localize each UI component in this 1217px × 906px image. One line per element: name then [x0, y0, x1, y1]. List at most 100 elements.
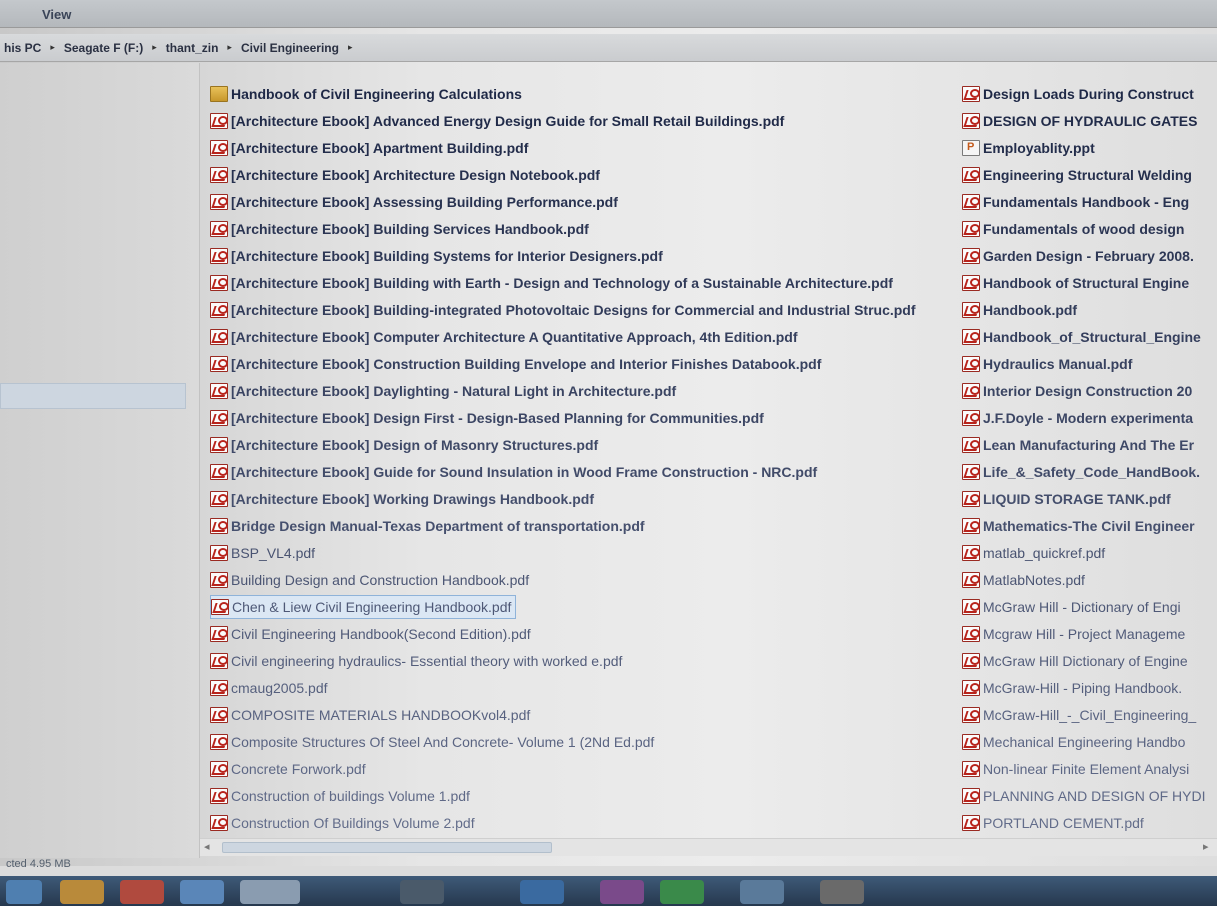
- file-name: Employablity.ppt: [983, 140, 1095, 156]
- file-item[interactable]: [Architecture Ebook] Advanced Energy Des…: [210, 109, 788, 133]
- file-item[interactable]: Construction Of Buildings Volume 2.pdf: [210, 811, 479, 835]
- file-item[interactable]: Civil Engineering Handbook(Second Editio…: [210, 622, 535, 646]
- file-item[interactable]: Hydraulics Manual.pdf: [962, 352, 1136, 376]
- scrollbar-thumb[interactable]: [222, 842, 552, 853]
- file-item[interactable]: Engineering Structural Welding: [962, 163, 1196, 187]
- file-item[interactable]: DESIGN OF HYDRAULIC GATES: [962, 109, 1201, 133]
- horizontal-scrollbar[interactable]: ◂ ▸: [200, 838, 1217, 856]
- file-item[interactable]: Lean Manufacturing And The Er: [962, 433, 1198, 457]
- taskbar-app-1[interactable]: [400, 880, 444, 904]
- file-item[interactable]: [Architecture Ebook] Building Systems fo…: [210, 244, 667, 268]
- nav-selected-item[interactable]: [0, 383, 186, 409]
- file-item[interactable]: cmaug2005.pdf: [210, 676, 332, 700]
- pdf-file-icon: [210, 491, 228, 507]
- chevron-right-icon[interactable]: ▸: [152, 42, 157, 53]
- file-item[interactable]: [Architecture Ebook] Working Drawings Ha…: [210, 487, 598, 511]
- file-item[interactable]: Concrete Forwork.pdf: [210, 757, 370, 781]
- file-name: [Architecture Ebook] Building-integrated…: [231, 302, 916, 318]
- address-bar[interactable]: his PC ▸ Seagate F (F:) ▸ thant_zin ▸ Ci…: [0, 34, 1217, 62]
- file-name: Civil Engineering Handbook(Second Editio…: [231, 626, 531, 642]
- file-item[interactable]: Construction of buildings Volume 1.pdf: [210, 784, 474, 808]
- file-item[interactable]: Design Loads During Construct: [962, 82, 1198, 106]
- file-name: Interior Design Construction 20: [983, 383, 1193, 399]
- file-item[interactable]: [Architecture Ebook] Design First - Desi…: [210, 406, 768, 430]
- file-item[interactable]: Chen & Liew Civil Engineering Handbook.p…: [210, 595, 517, 619]
- pdf-file-icon: [962, 383, 980, 399]
- file-name: [Architecture Ebook] Design of Masonry S…: [231, 437, 599, 453]
- breadcrumb-current-folder[interactable]: Civil Engineering: [241, 41, 339, 55]
- scroll-left-icon[interactable]: ◂: [204, 840, 210, 853]
- file-name: McGraw Hill Dictionary of Engine: [983, 653, 1188, 669]
- chevron-right-icon[interactable]: ▸: [50, 42, 55, 53]
- file-item[interactable]: Handbook of Structural Engine: [962, 271, 1193, 295]
- file-item[interactable]: Handbook of Civil Engineering Calculatio…: [210, 82, 526, 106]
- pdf-file-icon: [210, 545, 228, 561]
- file-item[interactable]: [Architecture Ebook] Guide for Sound Ins…: [210, 460, 821, 484]
- file-item[interactable]: Life_&_Safety_Code_HandBook.: [962, 460, 1204, 484]
- file-item[interactable]: matlab_quickref.pdf: [962, 541, 1109, 565]
- file-item[interactable]: [Architecture Ebook] Assessing Building …: [210, 190, 622, 214]
- file-item[interactable]: Composite Structures Of Steel And Concre…: [210, 730, 658, 754]
- file-item[interactable]: [Architecture Ebook] Building-integrated…: [210, 298, 920, 322]
- file-item[interactable]: [Architecture Ebook] Daylighting - Natur…: [210, 379, 680, 403]
- breadcrumb-drive[interactable]: Seagate F (F:): [64, 41, 143, 55]
- file-item[interactable]: [Architecture Ebook] Building Services H…: [210, 217, 593, 241]
- file-item[interactable]: J.F.Doyle - Modern experimenta: [962, 406, 1197, 430]
- menu-view[interactable]: View: [42, 7, 71, 22]
- taskbar-app-2[interactable]: [520, 880, 564, 904]
- file-item[interactable]: McGraw Hill - Dictionary of Engi: [962, 595, 1185, 619]
- file-item[interactable]: Building Design and Construction Handboo…: [210, 568, 533, 592]
- file-item[interactable]: BSP_VL4.pdf: [210, 541, 319, 565]
- file-item[interactable]: MatlabNotes.pdf: [962, 568, 1089, 592]
- file-item[interactable]: [Architecture Ebook] Building with Earth…: [210, 271, 897, 295]
- file-name: Bridge Design Manual-Texas Department of…: [231, 518, 645, 534]
- file-item[interactable]: Employablity.ppt: [962, 136, 1099, 160]
- file-item[interactable]: McGraw-Hill - Piping Handbook.: [962, 676, 1186, 700]
- taskbar-app-active[interactable]: [240, 880, 300, 904]
- file-name: [Architecture Ebook] Advanced Energy Des…: [231, 113, 785, 129]
- file-item[interactable]: PORTLAND CEMENT.pdf: [962, 811, 1148, 835]
- taskbar-app-4[interactable]: [660, 880, 704, 904]
- file-name: McGraw-Hill_-_Civil_Engineering_: [983, 707, 1197, 723]
- file-item[interactable]: Fundamentals Handbook - Eng: [962, 190, 1193, 214]
- file-item[interactable]: [Architecture Ebook] Design of Masonry S…: [210, 433, 602, 457]
- navigation-pane[interactable]: [0, 63, 200, 858]
- file-name: [Architecture Ebook] Construction Buildi…: [231, 356, 822, 372]
- taskbar-app-ie[interactable]: [180, 880, 224, 904]
- file-item[interactable]: Interior Design Construction 20: [962, 379, 1196, 403]
- file-item[interactable]: Fundamentals of wood design: [962, 217, 1188, 241]
- file-item[interactable]: Non-linear Finite Element Analysi: [962, 757, 1193, 781]
- pdf-file-icon: [211, 599, 229, 615]
- file-item[interactable]: Civil engineering hydraulics- Essential …: [210, 649, 626, 673]
- file-item[interactable]: Mechanical Engineering Handbo: [962, 730, 1189, 754]
- pdf-file-icon: [962, 572, 980, 588]
- breadcrumb-user-folder[interactable]: thant_zin: [166, 41, 219, 55]
- file-item[interactable]: Handbook_of_Structural_Engine: [962, 325, 1205, 349]
- file-item[interactable]: Mcgraw Hill - Project Manageme: [962, 622, 1189, 646]
- file-item[interactable]: PLANNING AND DESIGN OF HYDI: [962, 784, 1209, 808]
- file-item[interactable]: Handbook.pdf: [962, 298, 1081, 322]
- start-button[interactable]: [6, 880, 42, 904]
- scroll-right-icon[interactable]: ▸: [1203, 840, 1209, 853]
- chevron-right-icon[interactable]: ▸: [348, 42, 353, 53]
- file-item[interactable]: McGraw-Hill_-_Civil_Engineering_: [962, 703, 1200, 727]
- file-item[interactable]: Bridge Design Manual-Texas Department of…: [210, 514, 649, 538]
- taskbar-app-6[interactable]: [820, 880, 864, 904]
- taskbar-app-explorer[interactable]: [60, 880, 104, 904]
- file-item[interactable]: [Architecture Ebook] Computer Architectu…: [210, 325, 802, 349]
- file-item[interactable]: [Architecture Ebook] Architecture Design…: [210, 163, 604, 187]
- breadcrumb-this-pc[interactable]: his PC: [4, 41, 41, 55]
- pdf-file-icon: [210, 815, 228, 831]
- file-item[interactable]: LIQUID STORAGE TANK.pdf: [962, 487, 1175, 511]
- file-item[interactable]: Garden Design - February 2008.: [962, 244, 1198, 268]
- taskbar-app-3[interactable]: [600, 880, 644, 904]
- chevron-right-icon[interactable]: ▸: [227, 42, 232, 53]
- file-item[interactable]: Mathematics-The Civil Engineer: [962, 514, 1199, 538]
- file-item[interactable]: [Architecture Ebook] Construction Buildi…: [210, 352, 825, 376]
- file-item[interactable]: COMPOSITE MATERIALS HANDBOOKvol4.pdf: [210, 703, 534, 727]
- file-item[interactable]: McGraw Hill Dictionary of Engine: [962, 649, 1192, 673]
- file-item[interactable]: [Architecture Ebook] Apartment Building.…: [210, 136, 532, 160]
- file-name: Fundamentals Handbook - Eng: [983, 194, 1190, 210]
- taskbar-app-5[interactable]: [740, 880, 784, 904]
- taskbar-app-chrome[interactable]: [120, 880, 164, 904]
